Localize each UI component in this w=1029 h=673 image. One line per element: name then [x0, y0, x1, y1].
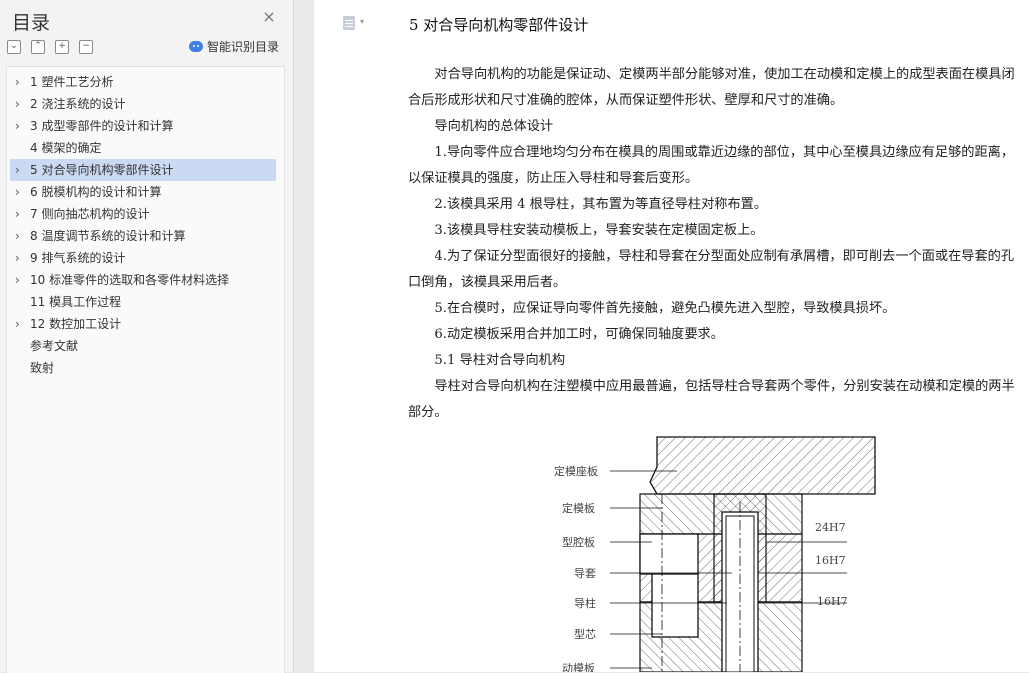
toc-item-acknowledgement[interactable]: 致射: [10, 357, 276, 379]
guide-mechanism-drawing: 定模座板 定模板 型腔板 导套 导柱 型芯 动模板 24H7 16H7 16H7: [552, 432, 892, 672]
toc-item-1[interactable]: › 1 塑件工艺分析: [10, 71, 276, 93]
drawing-label: 动模板: [562, 662, 595, 672]
chevron-right-icon[interactable]: ›: [15, 181, 25, 203]
paragraph: 导向机构的总体设计: [434, 119, 554, 134]
toc-item-10[interactable]: › 10 标准零件的选取和各零件材料选择: [10, 269, 276, 291]
dimension-label: 24H7: [815, 521, 846, 534]
paragraph: 2.该模具采用 4 根导柱，其布置为等直径导柱对称布置。: [434, 197, 768, 212]
chevron-right-icon[interactable]: ›: [15, 247, 25, 269]
remove-item-icon[interactable]: −: [79, 40, 93, 54]
subsection-heading: 5.1 导柱对合导向机构: [434, 353, 566, 368]
toc-item-3[interactable]: › 3 成型零部件的设计和计算: [10, 115, 276, 137]
paragraph: 6.动定模板采用合并加工时，可确保同轴度要求。: [434, 327, 724, 342]
toc-item-5[interactable]: › 5 对合导向机构零部件设计: [10, 159, 276, 181]
drawing-label: 型芯: [574, 628, 596, 641]
chevron-right-icon[interactable]: ›: [15, 71, 25, 93]
drawing-label: 导套: [574, 567, 596, 580]
smart-toc-button[interactable]: 智能识别目录: [189, 38, 279, 55]
paragraph: 1.导向零件应合理地均匀分布在模具的周围或靠近边缘的部位，其中心至模具边缘应有足…: [408, 145, 1015, 186]
collapse-all-icon[interactable]: ⌄: [7, 40, 21, 54]
document-page[interactable]: ▾ 5 对合导向机构零部件设计 对合导向机构的功能是保证动、定模两半部分能够对准…: [314, 0, 1029, 672]
toc-item-7[interactable]: › 7 侧向抽芯机构的设计: [10, 203, 276, 225]
dimension-label: 16H7: [815, 554, 846, 567]
paragraph: 导柱对合导向机构在注塑模中应用最普遍，包括导柱合导套两个零件，分别安装在动模和定…: [408, 379, 1015, 420]
drawing-label: 定模板: [562, 502, 595, 515]
document-body: 对合导向机构的功能是保证动、定模两半部分能够对准，使加工在动模和定模上的成型表面…: [408, 62, 1023, 426]
paragraph: 3.该模具导柱安装动模板上，导套安装在定模固定板上。: [434, 223, 764, 238]
drawing-label: 型腔板: [562, 536, 595, 549]
add-item-icon[interactable]: +: [55, 40, 69, 54]
paragraph: 4.为了保证分型面很好的接触，导柱和导套在分型面处应制有承屑槽，即可削去一个面或…: [408, 249, 1015, 290]
chevron-down-icon[interactable]: ▾: [360, 17, 364, 26]
toc-item-8[interactable]: › 8 温度调节系统的设计和计算: [10, 225, 276, 247]
page-gutter: [294, 0, 314, 672]
drawing-label: 定模座板: [554, 465, 598, 478]
drawing-label: 导柱: [574, 597, 596, 610]
drawing-svg: [610, 436, 876, 672]
close-icon[interactable]: ×: [262, 9, 276, 25]
chevron-right-icon[interactable]: ›: [15, 269, 25, 291]
section-heading: 5 对合导向机构零部件设计: [409, 16, 589, 34]
toc-panel: 目录 × ⌄ ⌃ + − 智能识别目录 › 1 塑件工艺分析 › 2 浇注系统的设计…: [0, 0, 294, 673]
paragraph: 5.在合模时，应保证导向零件首先接触，避免凸模先进入型腔，导致模具损坏。: [434, 301, 896, 316]
expand-all-icon[interactable]: ⌃: [31, 40, 45, 54]
toc-list: › 1 塑件工艺分析 › 2 浇注系统的设计 › 3 成型零部件的设计和计算 4 模架…: [6, 66, 285, 673]
toc-item-4[interactable]: 4 模架的确定: [10, 137, 276, 159]
toc-item-11[interactable]: 11 模具工作过程: [10, 291, 276, 313]
toc-title: 目录: [12, 12, 51, 34]
smart-toc-icon: [189, 41, 203, 52]
smart-toc-label: 智能识别目录: [207, 40, 280, 54]
toc-toolbar: ⌄ ⌃ + −: [7, 40, 93, 54]
chevron-right-icon[interactable]: ›: [15, 93, 25, 115]
chevron-right-icon[interactable]: ›: [15, 225, 25, 247]
toc-item-references[interactable]: 参考文献: [10, 335, 276, 357]
chevron-right-icon[interactable]: ›: [15, 203, 25, 225]
document-icon[interactable]: [343, 16, 355, 30]
chevron-right-icon[interactable]: ›: [15, 159, 25, 181]
paragraph: 对合导向机构的功能是保证动、定模两半部分能够对准，使加工在动模和定模上的成型表面…: [408, 67, 1015, 108]
toc-item-9[interactable]: › 9 排气系统的设计: [10, 247, 276, 269]
toc-item-12[interactable]: › 12 数控加工设计: [10, 313, 276, 335]
toc-item-6[interactable]: › 6 脱模机构的设计和计算: [10, 181, 276, 203]
chevron-right-icon[interactable]: ›: [15, 115, 25, 137]
toc-item-2[interactable]: › 2 浇注系统的设计: [10, 93, 276, 115]
dimension-label: 16H7: [817, 595, 848, 608]
chevron-right-icon[interactable]: ›: [15, 313, 25, 335]
